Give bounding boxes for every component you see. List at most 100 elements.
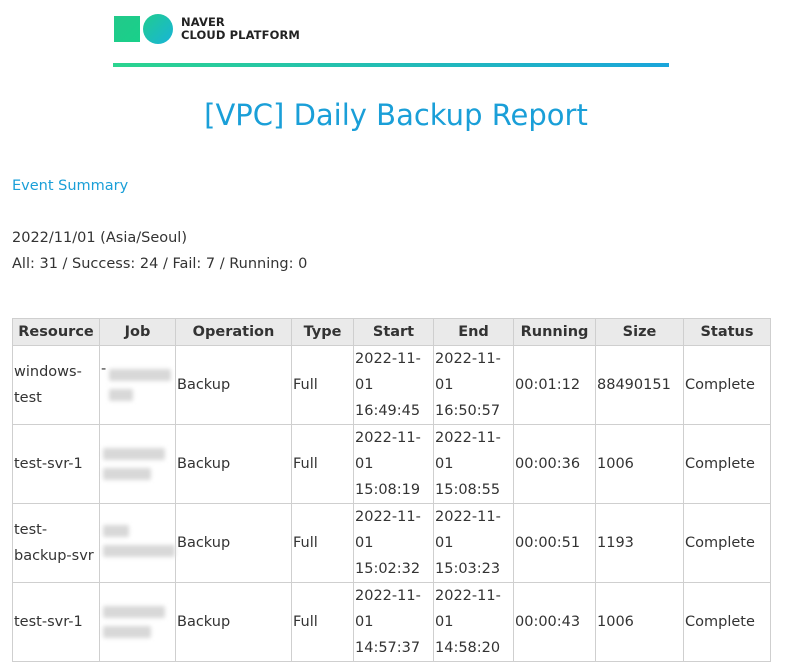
cell-operation: Backup [175,424,292,504]
resource-line: test- [14,522,48,538]
report-stats: All: 31 / Success: 24 / Fail: 7 / Runnin… [12,256,308,272]
header-resource: Resource [12,318,100,346]
cell-type: Full [291,345,354,425]
cell-job [99,582,176,662]
event-summary-link[interactable]: Event Summary [12,178,128,194]
cell-resource: test-svr-1 [12,424,100,504]
start-line: 15:02:32 [355,561,421,577]
cell-end: 2022-11- 01 15:03:23 [433,503,514,583]
table-row: test-svr-1 Backup Full 2022-11- 01 15:08:1… [12,424,771,504]
table-row: test-svr-1 Backup Full 2022-11- 01 14:57:3… [12,582,771,662]
table-row: test-backup-svr Backup Full 2022-11- 01 15… [12,503,771,583]
start-line: 01 [355,456,374,472]
cell-end: 2022-11- 01 16:50:57 [433,345,514,425]
start-line: 2022-11- [355,351,421,367]
job-fragment: - [101,361,107,377]
end-line: 15:08:55 [435,482,501,498]
report-date: 2022/11/01 (Asia/Seoul) [12,230,187,246]
cell-job [99,503,176,583]
cell-end: 2022-11- 01 15:08:55 [433,424,514,504]
start-line: 01 [355,535,374,551]
logo-mark-icon [114,14,173,44]
cell-resource: test-svr-1 [12,582,100,662]
header-running: Running [513,318,596,346]
cell-start: 2022-11- 01 15:02:32 [353,503,434,583]
cell-start: 2022-11- 01 14:57:37 [353,582,434,662]
logo-circle-icon [143,14,173,44]
start-line: 16:49:45 [355,403,421,419]
redacted-job-name [103,626,151,638]
start-line: 2022-11- [355,430,421,446]
end-line: 01 [435,535,454,551]
header-size: Size [595,318,684,346]
cell-status: Complete [683,503,771,583]
cell-type: Full [291,424,354,504]
cell-status: Complete [683,424,771,504]
resource-line: test [14,390,42,406]
cell-start: 2022-11- 01 16:49:45 [353,345,434,425]
cell-resource: windows-test [12,345,100,425]
start-line: 15:08:19 [355,482,421,498]
cell-running: 00:00:36 [513,424,596,504]
resource-line: windows- [14,364,82,380]
cell-start: 2022-11- 01 15:08:19 [353,424,434,504]
cell-end: 2022-11- 01 14:58:20 [433,582,514,662]
header-job: Job [99,318,176,346]
cell-job: - [99,345,176,425]
logo-square-icon [114,16,140,42]
redacted-job-name [103,525,129,537]
header-operation: Operation [175,318,292,346]
end-line: 16:50:57 [435,403,501,419]
backup-report-table: Resource Job Operation Type Start End Ru… [12,318,771,662]
end-line: 15:03:23 [435,561,501,577]
cell-size: 88490151 [595,345,684,425]
resource-line: backup-svr [14,548,94,564]
report-title: [VPC] Daily Backup Report [204,98,588,132]
redacted-job-name [103,545,175,557]
end-line: 01 [435,456,454,472]
start-line: 14:57:37 [355,640,421,656]
end-line: 01 [435,377,454,393]
header-start: Start [353,318,434,346]
end-line: 01 [435,614,454,630]
cell-running: 00:01:12 [513,345,596,425]
cell-type: Full [291,582,354,662]
end-line: 14:58:20 [435,640,501,656]
end-line: 2022-11- [435,351,501,367]
cell-size: 1006 [595,582,684,662]
naver-cloud-logo: NAVER CLOUD PLATFORM [114,14,300,44]
cell-running: 00:00:51 [513,503,596,583]
end-line: 2022-11- [435,430,501,446]
header-type: Type [291,318,354,346]
redacted-job-name [109,369,171,381]
cell-status: Complete [683,582,771,662]
table-row: windows-test - Backup Full 2022-11- 01 16:… [12,345,771,425]
cell-job [99,424,176,504]
cell-resource: test-backup-svr [12,503,100,583]
cell-size: 1006 [595,424,684,504]
resource-line: test-svr-1 [14,614,83,630]
header-end: End [433,318,514,346]
end-line: 2022-11- [435,509,501,525]
end-line: 2022-11- [435,588,501,604]
header-status: Status [683,318,771,346]
redacted-job-name [103,606,165,618]
start-line: 01 [355,614,374,630]
cell-size: 1193 [595,503,684,583]
redacted-job-name [103,468,151,480]
start-line: 01 [355,377,374,393]
table-header-row: Resource Job Operation Type Start End Ru… [12,318,771,346]
cell-operation: Backup [175,345,292,425]
cell-status: Complete [683,345,771,425]
cell-operation: Backup [175,503,292,583]
redacted-job-name [103,448,165,460]
start-line: 2022-11- [355,588,421,604]
cell-type: Full [291,503,354,583]
cell-operation: Backup [175,582,292,662]
start-line: 2022-11- [355,509,421,525]
redacted-job-name [109,389,133,401]
header-divider [113,63,669,67]
brand-line-2: CLOUD PLATFORM [181,28,300,42]
resource-line: test-svr-1 [14,456,83,472]
cell-running: 00:00:43 [513,582,596,662]
